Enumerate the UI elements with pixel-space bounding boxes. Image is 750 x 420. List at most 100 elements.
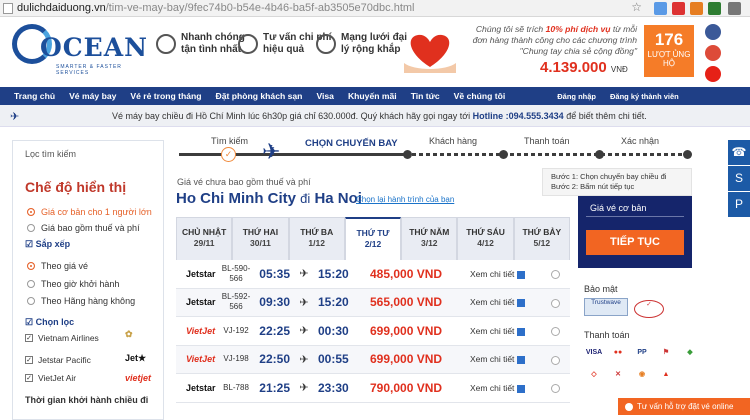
filter-vietjet[interactable]: ✓ VietJet Air bbox=[25, 373, 76, 383]
skype-icon[interactable]: S bbox=[728, 166, 750, 191]
clock-icon bbox=[156, 34, 176, 54]
reselect-route-link[interactable]: Chọn lại hành trình của bạn bbox=[356, 195, 454, 204]
filter-vietnam-airlines[interactable]: ✓ Vietnam Airlines bbox=[25, 333, 99, 343]
nav-register[interactable]: Đăng ký thành viên bbox=[610, 92, 679, 101]
nav-home[interactable]: Trang chủ bbox=[14, 91, 55, 101]
payment-title: Thanh toán bbox=[584, 330, 630, 340]
step-payment: Thanh toán bbox=[524, 136, 570, 146]
address-bar[interactable]: dulichdaiduong.vn /tim-ve-may-bay/9fec74… bbox=[0, 0, 750, 17]
nav-monthly-deals[interactable]: Vé rẻ trong tháng bbox=[130, 91, 201, 101]
filter-jetstar[interactable]: ✓ Jetstar Pacific bbox=[25, 355, 91, 365]
nav-hotels[interactable]: Đặt phòng khách sạn bbox=[216, 91, 303, 101]
tab-day[interactable]: THỨ NĂM 3/12 bbox=[401, 217, 458, 260]
menu-icon[interactable] bbox=[728, 2, 741, 15]
flight-code: VJ-198 bbox=[223, 354, 249, 364]
flight-price: 565,000 VND bbox=[370, 295, 443, 310]
security-title: Bảo mật bbox=[584, 284, 618, 294]
booking-steps: Tìm kiếm ✓ ✈ CHỌN CHUYẾN BAY Khách hàng … bbox=[175, 136, 695, 166]
sort-airline[interactable]: Theo Hãng hàng không bbox=[27, 296, 135, 306]
airline-logo: Jetstar bbox=[186, 382, 216, 393]
facebook-icon[interactable] bbox=[705, 24, 721, 40]
nav-about[interactable]: Về chúng tôi bbox=[454, 91, 506, 101]
day-tabs: CHỦ NHẬT 29/11 THỨ HAI 30/11 THỨ BA 1/12 TH… bbox=[176, 217, 570, 260]
select-flight-radio[interactable] bbox=[551, 270, 560, 279]
payment-icon: ✕ bbox=[615, 371, 621, 378]
payment-icon: ▲ bbox=[662, 371, 670, 378]
flight-code: BL-592-566 bbox=[221, 292, 251, 312]
flight-row[interactable]: Jetstar BL-592-566 09:30 ✈ 15:20 565,000… bbox=[176, 288, 570, 317]
mode-base-price[interactable]: Giá cơ bản cho 1 người lớn bbox=[27, 207, 152, 217]
paypal-icon: PP bbox=[637, 349, 647, 356]
tab-day[interactable]: THỨ HAI 30/11 bbox=[232, 217, 289, 260]
payment-icon: ◉ bbox=[638, 371, 646, 378]
tab-day[interactable]: THỨ BẢY 5/12 bbox=[513, 217, 570, 260]
arrival-time: 00:30 bbox=[318, 323, 349, 338]
flight-row[interactable]: Jetstar BL-788 21:25 ✈ 23:30 790,000 VND… bbox=[176, 374, 570, 403]
main-nav: Trang chủ Vé máy bay Vé rẻ trong tháng Đ… bbox=[0, 87, 750, 105]
extension-icon[interactable] bbox=[672, 2, 685, 15]
detail-link[interactable]: Xem chi tiết bbox=[456, 383, 526, 393]
ocean-logo[interactable]: OCEAN SMARTER & FASTER SERVICES bbox=[12, 24, 147, 80]
youtube-icon[interactable] bbox=[705, 66, 721, 82]
flight-row[interactable]: VietJet VJ-192 22:25 ✈ 00:30 699,000 VND… bbox=[176, 317, 570, 346]
tab-day-selected[interactable]: THỨ TƯ 2/12 bbox=[344, 217, 402, 260]
arrival-time: 15:20 bbox=[318, 266, 349, 281]
paypal-side-icon[interactable]: P bbox=[728, 192, 750, 217]
sort-price[interactable]: Theo giá vé bbox=[27, 261, 88, 271]
bookmark-star-icon[interactable]: ☆ bbox=[631, 0, 642, 14]
step-customer: Khách hàng bbox=[429, 136, 478, 146]
security-badge[interactable]: ✓ bbox=[634, 300, 664, 318]
flight-row[interactable]: VietJet VJ-198 22:50 ✈ 00:55 699,000 VND… bbox=[176, 345, 570, 374]
extension-icon[interactable] bbox=[708, 2, 721, 15]
phone-icon[interactable]: ☎ bbox=[728, 140, 750, 165]
logo-tagline: SMARTER & FASTER SERVICES bbox=[56, 64, 122, 76]
step-choose-flight: CHỌN CHUYẾN BAY bbox=[305, 138, 398, 149]
vietjet-logo: vietjet bbox=[125, 373, 152, 383]
detail-link[interactable]: Xem chi tiết bbox=[456, 297, 526, 307]
heart-hands-icon bbox=[404, 34, 456, 73]
summary-panel: Giá vé cơ bản TIẾP TỤC bbox=[578, 196, 692, 268]
select-flight-radio[interactable] bbox=[551, 355, 560, 365]
sort-departure[interactable]: Theo giờ khởi hành bbox=[27, 279, 119, 289]
select-flight-radio[interactable] bbox=[551, 384, 560, 393]
trustwave-badge[interactable]: Trustwave bbox=[584, 298, 628, 316]
airplane-icon: ✈ bbox=[299, 382, 309, 395]
tab-day[interactable]: THỨ SÁU 4/12 bbox=[457, 217, 514, 260]
nav-visa[interactable]: Visa bbox=[316, 91, 334, 101]
nav-login[interactable]: Đăng nhập bbox=[557, 92, 596, 101]
detail-link[interactable]: Xem chi tiết bbox=[456, 326, 526, 336]
airplane-icon: ✈ bbox=[299, 353, 309, 366]
tab-day[interactable]: THỨ BA 1/12 bbox=[288, 217, 345, 260]
tab-day[interactable]: CHỦ NHẬT 29/11 bbox=[176, 217, 233, 260]
arrival-time: 00:55 bbox=[318, 352, 349, 367]
logo-text: OCEAN bbox=[40, 33, 148, 62]
nav-flights[interactable]: Vé máy bay bbox=[69, 91, 116, 101]
notice-bar: ✈ Vé máy bay chiều đi Hồ Chí Minh lúc 6h… bbox=[0, 105, 750, 127]
mode-with-tax[interactable]: Giá bao gồm thuế và phí bbox=[27, 223, 140, 233]
select-flight-radio[interactable] bbox=[551, 327, 560, 336]
flight-code: VJ-192 bbox=[223, 325, 249, 335]
airline-logo: VietJet bbox=[186, 325, 216, 336]
google-plus-icon[interactable] bbox=[705, 45, 721, 61]
payment-icon: ◇ bbox=[591, 371, 597, 378]
extension-icon[interactable] bbox=[654, 2, 667, 15]
flight-row[interactable]: Jetstar BL-590-566 05:35 ✈ 15:20 485,000… bbox=[176, 260, 570, 289]
flight-price: 485,000 VND bbox=[370, 266, 443, 281]
extension-icon[interactable] bbox=[690, 2, 703, 15]
support-count-badge[interactable]: 176 LƯỢT ỦNG HỘ bbox=[644, 25, 694, 77]
visa-icon: VISA bbox=[585, 349, 603, 356]
departure-time: 22:50 bbox=[259, 352, 290, 367]
nav-news[interactable]: Tin tức bbox=[411, 91, 440, 101]
select-flight-radio[interactable] bbox=[551, 298, 560, 308]
detail-link[interactable]: Xem chi tiết bbox=[456, 354, 526, 364]
airline-logo: VietJet bbox=[186, 354, 216, 365]
online-support-chat[interactable]: Tư vấn hỗ trợ đặt vé online bbox=[618, 398, 750, 415]
detail-link[interactable]: Xem chi tiết bbox=[456, 269, 526, 279]
nav-promotions[interactable]: Khuyến mãi bbox=[348, 91, 397, 101]
steps-hint: Bước 1: Chọn chuyến bay chiều đi Bước 2:… bbox=[542, 168, 692, 196]
continue-button[interactable]: TIẾP TỤC bbox=[586, 230, 684, 255]
network-icon bbox=[316, 34, 336, 54]
departure-time: 05:35 bbox=[259, 266, 290, 281]
flight-price: 790,000 VND bbox=[370, 380, 443, 395]
notice-text: Vé máy bay chiều đi Hồ Chí Minh lúc 6h30… bbox=[112, 111, 647, 121]
